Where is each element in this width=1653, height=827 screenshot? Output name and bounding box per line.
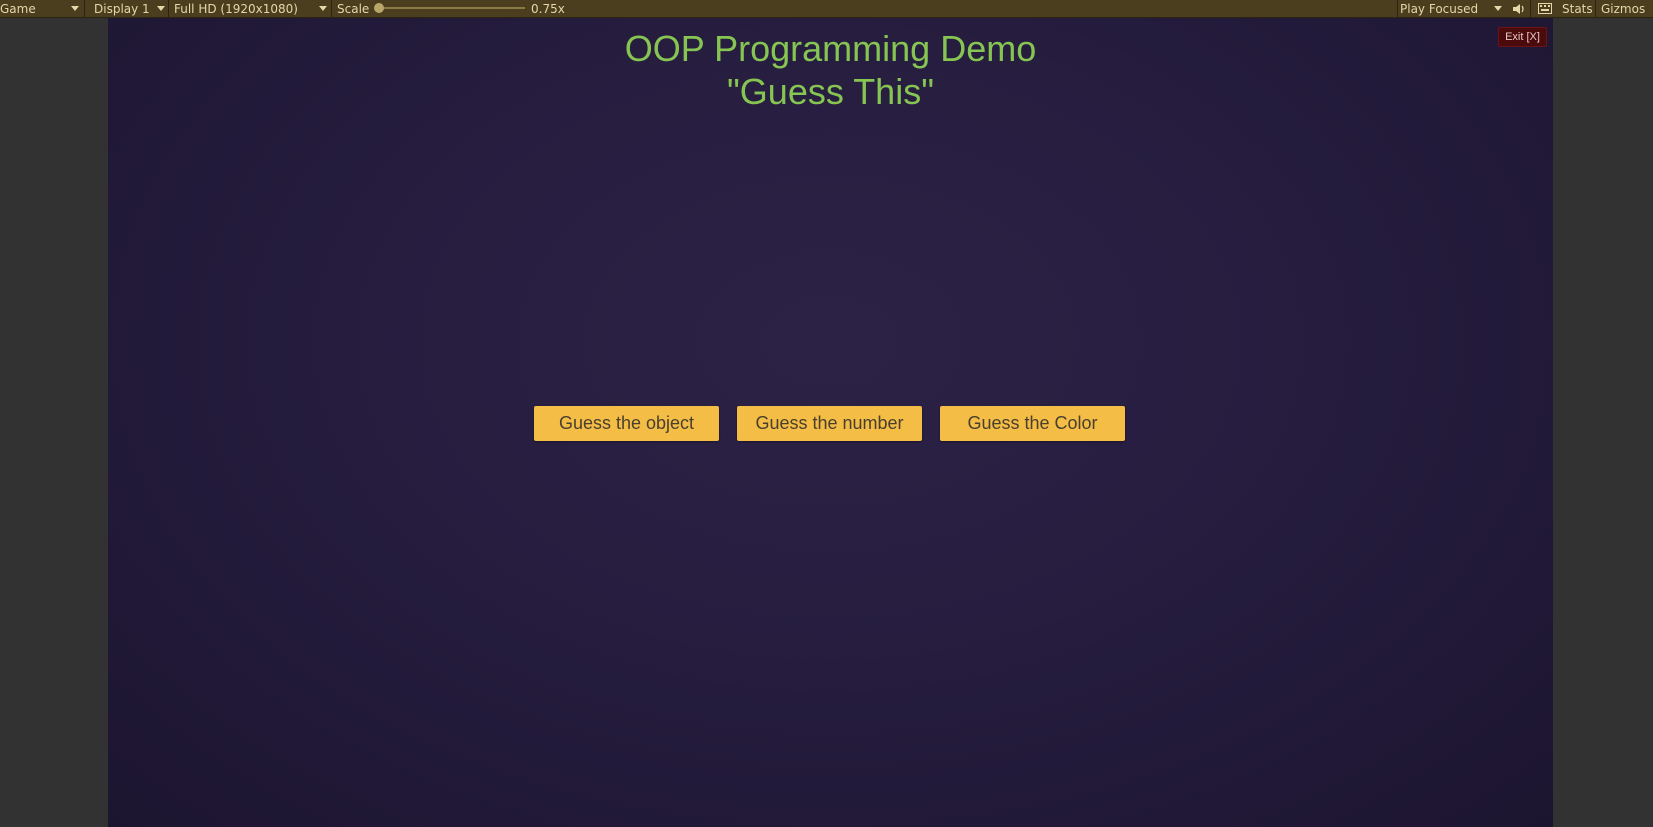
mute-audio-button[interactable] (1512, 0, 1526, 17)
game-viewport: OOP Programming Demo "Guess This" Exit [… (108, 18, 1553, 827)
resolution-label: Full HD (1920x1080) (174, 1, 298, 16)
scale-label: Scale (337, 1, 370, 16)
scale-slider-handle[interactable] (374, 3, 384, 13)
shortcuts-button[interactable] (1538, 0, 1552, 17)
game-tab-dropdown[interactable]: Game (0, 0, 80, 17)
divider (331, 0, 332, 17)
divider (1397, 0, 1398, 17)
keyboard-icon (1538, 3, 1552, 14)
chevron-down-icon (157, 6, 165, 11)
play-mode-label: Play Focused (1400, 1, 1479, 16)
resolution-dropdown[interactable]: Full HD (1920x1080) (174, 0, 330, 17)
divider (84, 0, 85, 17)
display-label: Display 1 (94, 1, 150, 16)
divider (1530, 0, 1531, 17)
divider (1595, 0, 1596, 17)
speaker-icon (1513, 3, 1524, 14)
play-mode-dropdown[interactable]: Play Focused (1400, 0, 1504, 17)
divider (168, 0, 169, 17)
exit-button[interactable]: Exit [X] (1498, 27, 1547, 47)
title-line-2: "Guess This" (727, 71, 934, 112)
gizmos-button[interactable]: Gizmos (1601, 0, 1645, 17)
scale-slider-track[interactable] (380, 7, 525, 9)
game-view-toolbar: Game Display 1 Full HD (1920x1080) Scale… (0, 0, 1653, 18)
title-line-1: OOP Programming Demo (624, 28, 1037, 69)
guess-object-button[interactable]: Guess the object (534, 406, 719, 441)
chevron-down-icon (71, 6, 79, 11)
guess-number-button[interactable]: Guess the number (737, 406, 922, 441)
display-dropdown[interactable]: Display 1 (94, 0, 165, 17)
guess-color-button[interactable]: Guess the Color (940, 406, 1125, 441)
game-tab-label: Game (0, 1, 36, 16)
page-title: OOP Programming Demo "Guess This" (108, 27, 1553, 113)
chevron-down-icon (319, 6, 327, 11)
scale-value: 0.75x (531, 1, 565, 16)
chevron-down-icon (1494, 6, 1502, 11)
stats-button[interactable]: Stats (1562, 0, 1593, 17)
